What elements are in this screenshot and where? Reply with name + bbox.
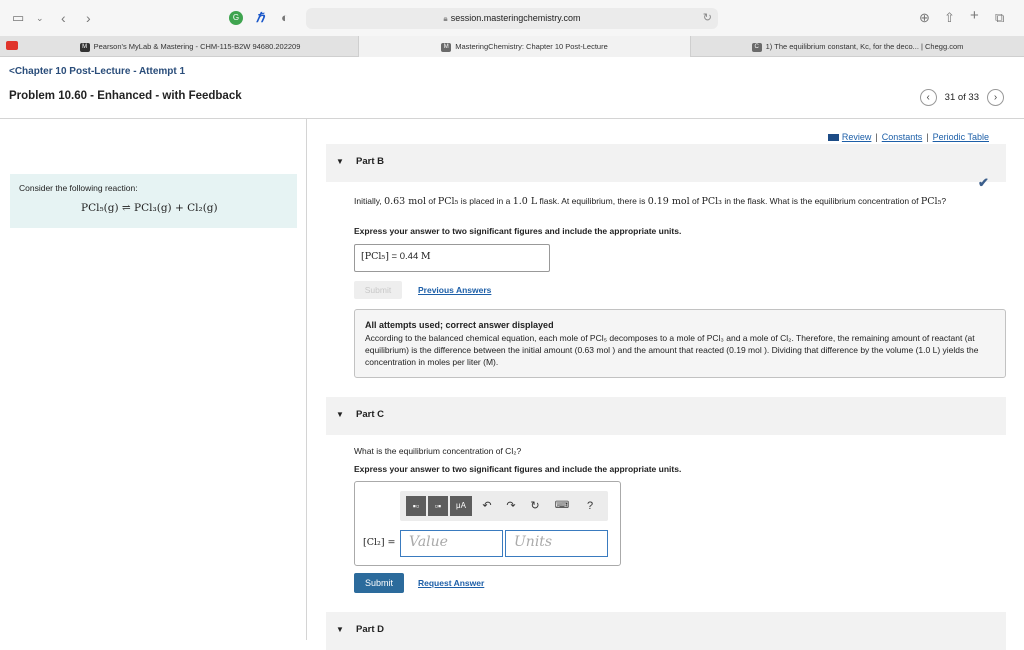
part-c-header[interactable]: ▼ Part C bbox=[326, 397, 1006, 435]
feedback-text: According to the balanced chemical equat… bbox=[365, 333, 979, 367]
forward-icon[interactable]: › bbox=[86, 9, 91, 27]
q-text: is placed in a bbox=[458, 196, 513, 206]
collapse-arrow-icon[interactable]: ▼ bbox=[336, 410, 344, 419]
undo-icon[interactable]: ↶ bbox=[478, 496, 496, 516]
intro-text: Consider the following reaction: bbox=[19, 183, 138, 193]
feedback-box: All attempts used; correct answer displa… bbox=[354, 309, 1006, 378]
value-input[interactable]: Value bbox=[400, 530, 503, 557]
reload-icon[interactable]: ↻ bbox=[703, 8, 712, 29]
review-link[interactable]: Review bbox=[842, 132, 872, 142]
tab-label: MasteringChemistry: Chapter 10 Post-Lect… bbox=[455, 42, 608, 51]
fraction-icon[interactable]: ▫▪ bbox=[428, 496, 448, 516]
answer-label: [PCl₅] bbox=[361, 251, 389, 262]
breadcrumb[interactable]: <Chapter 10 Post-Lecture - Attempt 1 bbox=[9, 66, 185, 77]
units-input[interactable]: Units bbox=[505, 530, 608, 557]
periodic-table-link[interactable]: Periodic Table bbox=[933, 132, 989, 142]
correct-check-icon: ✔ bbox=[978, 175, 989, 190]
page-title: Problem 10.60 - Enhanced - with Feedback bbox=[9, 90, 242, 102]
back-icon[interactable]: ‹ bbox=[61, 9, 66, 27]
editor-toolbar: ▪▫ ▫▪ μA ↶ ↷ ↻ ⌨ ? bbox=[400, 491, 608, 521]
address-bar[interactable]: 🔒︎ session.masteringchemistry.com ↻ bbox=[306, 8, 718, 29]
divider bbox=[0, 118, 1024, 119]
part-c-instruction: Express your answer to two significant f… bbox=[354, 464, 682, 474]
tab-favicon: M bbox=[441, 42, 452, 52]
collapse-arrow-icon[interactable]: ▼ bbox=[336, 157, 344, 166]
download-icon[interactable]: ⊕ bbox=[919, 9, 930, 27]
part-b-label: Part B bbox=[356, 156, 384, 167]
shield-icon[interactable]: ◐ bbox=[281, 9, 289, 27]
tab-label: Pearson's MyLab & Mastering - CHM-115-B2… bbox=[93, 42, 301, 51]
tab-favicon: C bbox=[751, 42, 762, 52]
pager-count: 31 of 33 bbox=[944, 92, 979, 103]
browser-toolbar: ▭ ⌄ ‹ › G ℏ ◐ 🔒︎ session.masteringchemist… bbox=[0, 0, 1024, 36]
answer-editor: ▪▫ ▫▪ μA ↶ ↷ ↻ ⌨ ? [Cl₂] = Value Units bbox=[354, 481, 621, 566]
part-c-submit-button[interactable]: Submit bbox=[354, 573, 404, 593]
units-icon[interactable]: μA bbox=[450, 496, 472, 516]
part-b-submit-button[interactable]: Submit bbox=[354, 281, 402, 299]
q-species: PCl₃ bbox=[701, 196, 722, 207]
part-d-label: Part D bbox=[356, 624, 384, 635]
templates-icon[interactable]: ▪▫ bbox=[406, 496, 426, 516]
share-icon[interactable]: ⇧ bbox=[944, 9, 955, 27]
cl2-label: [Cl₂] = bbox=[363, 537, 396, 548]
tab-chegg[interactable]: C 1) The equilibrium constant, Kc, for th… bbox=[691, 36, 1024, 57]
column-divider bbox=[306, 118, 307, 640]
extension-h-icon[interactable]: ℏ bbox=[256, 9, 264, 27]
q-amount: 0.19 mol bbox=[647, 196, 690, 207]
q-species: PCl₅ bbox=[437, 196, 459, 207]
youtube-pinned-tab-icon[interactable] bbox=[6, 41, 18, 50]
help-icon[interactable]: ? bbox=[582, 496, 598, 516]
q-volume: 1.0 L bbox=[512, 196, 538, 207]
q-text: Initially, bbox=[354, 196, 385, 206]
tab-label: 1) The equilibrium constant, Kc, for the… bbox=[765, 42, 964, 51]
reset-icon[interactable]: ↻ bbox=[526, 496, 544, 516]
answer-unit: M bbox=[420, 251, 431, 262]
previous-problem-button[interactable]: ‹ bbox=[919, 89, 937, 106]
new-tab-icon[interactable]: + bbox=[970, 7, 979, 25]
sidebar-toggle-icon[interactable]: ▭ bbox=[12, 9, 24, 27]
part-b-instruction: Express your answer to two significant f… bbox=[354, 226, 682, 236]
tab-favicon: M bbox=[79, 42, 90, 52]
part-d-header[interactable]: ▼ Part D bbox=[326, 612, 1006, 650]
extension-icon[interactable]: G bbox=[229, 11, 243, 25]
q-text: ? bbox=[941, 196, 947, 206]
keyboard-icon[interactable]: ⌨ bbox=[552, 496, 572, 516]
constants-link[interactable]: Constants bbox=[882, 132, 923, 142]
tab-pearson[interactable]: M Pearson's MyLab & Mastering - CHM-115-B… bbox=[22, 36, 358, 57]
pager: ‹ 31 of 33 › bbox=[919, 89, 1004, 106]
part-b-question: Initially, 0.63 mol of PCl₅ is placed in… bbox=[354, 196, 946, 207]
intro-box: Consider the following reaction: PCl₅(g)… bbox=[10, 174, 297, 228]
tab-bar: M Pearson's MyLab & Mastering - CHM-115-B… bbox=[0, 36, 1024, 57]
tab-mastering[interactable]: M MasteringChemistry: Chapter 10 Post-Lec… bbox=[358, 36, 691, 57]
collapse-arrow-icon[interactable]: ▼ bbox=[336, 625, 344, 634]
part-b-header[interactable]: ▼ Part B bbox=[326, 144, 1006, 182]
lock-icon: 🔒︎ bbox=[443, 14, 448, 23]
reaction-equation: PCl₅(g) ⇌ PCl₃(g) + Cl₂(g) bbox=[81, 202, 218, 214]
q-text: in the flask. What is the equilibrium co… bbox=[721, 196, 921, 206]
request-answer-link[interactable]: Request Answer bbox=[418, 578, 484, 588]
q-text: of bbox=[426, 196, 438, 206]
q-text: flask. At equilibrium, there is bbox=[537, 196, 648, 206]
redo-icon[interactable]: ↷ bbox=[502, 496, 520, 516]
link-separator: | bbox=[926, 132, 929, 142]
part-b-answer-box: [PCl₅] = 0.44 M bbox=[354, 244, 550, 272]
answer-equals: = bbox=[388, 251, 400, 262]
q-species: PCl₅ bbox=[920, 196, 942, 207]
url-text: session.masteringchemistry.com bbox=[450, 13, 581, 23]
part-c-question: What is the equilibrium concentration of… bbox=[354, 446, 522, 456]
feedback-heading: All attempts used; correct answer displa… bbox=[365, 320, 554, 330]
next-problem-button[interactable]: › bbox=[987, 89, 1004, 106]
review-book-icon bbox=[827, 134, 839, 142]
part-c-label: Part C bbox=[356, 409, 384, 420]
q-amount: 0.63 mol bbox=[384, 196, 427, 207]
q-text: of bbox=[689, 196, 702, 206]
previous-answers-link[interactable]: Previous Answers bbox=[418, 285, 491, 295]
chevron-down-icon[interactable]: ⌄ bbox=[36, 9, 44, 27]
link-separator: | bbox=[875, 132, 878, 142]
tab-overview-icon[interactable]: ⧉ bbox=[995, 9, 1004, 27]
resource-links: Review | Constants | Periodic Table bbox=[827, 132, 989, 142]
answer-value: 0.44 bbox=[399, 251, 419, 262]
